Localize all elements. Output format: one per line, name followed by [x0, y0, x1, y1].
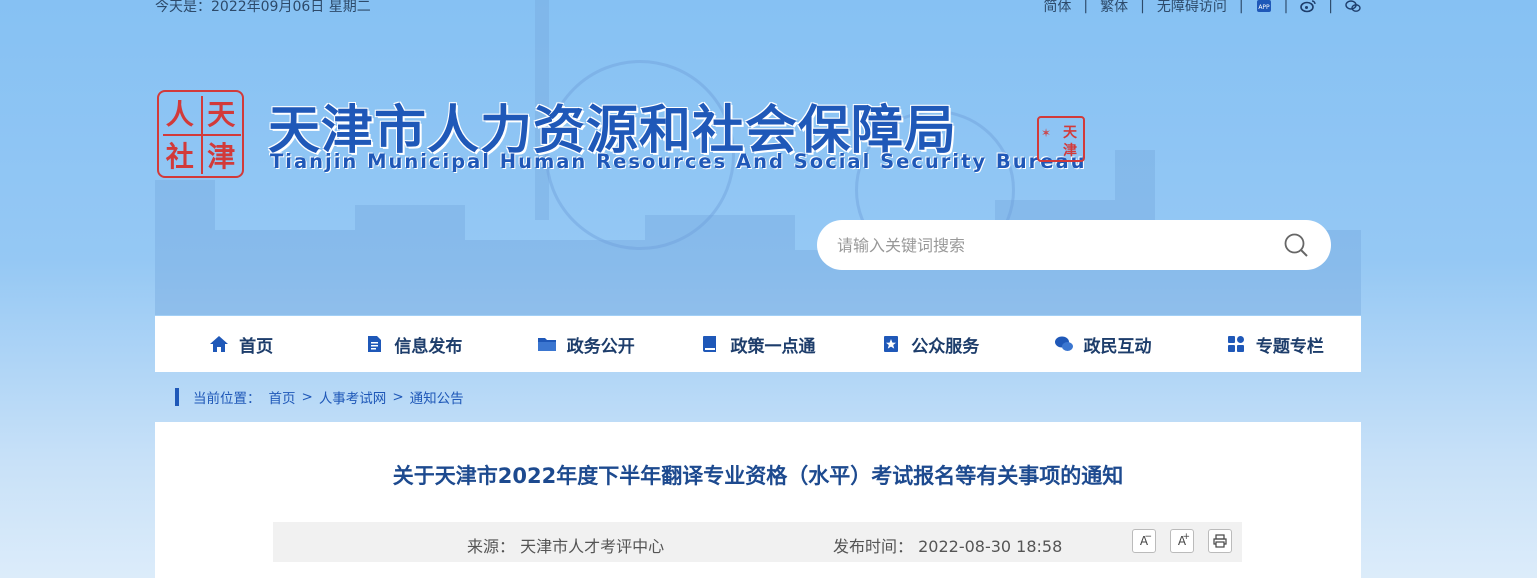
breadcrumb-marker	[175, 388, 179, 406]
search-box	[817, 220, 1331, 270]
nav-item-gov-affairs[interactable]: 政务公开	[500, 316, 672, 372]
small-seal-char: 津	[1063, 143, 1077, 159]
wechat-icon[interactable]	[1345, 0, 1361, 13]
time-value: 2022-08-30 18:58	[918, 537, 1063, 556]
divider: |	[1238, 0, 1244, 14]
nav-item-label: 政民互动	[1083, 336, 1152, 357]
main-nav: 首页 信息发布 政务公开 政策一点通 公众服务 政民互动 专题专栏	[155, 316, 1361, 372]
nav-item-home[interactable]: 首页	[155, 316, 327, 372]
breadcrumb-separator: >	[392, 389, 404, 405]
nav-item-interaction[interactable]: 政民互动	[1016, 316, 1188, 372]
seal-char: 天	[207, 98, 236, 131]
font-increase-button[interactable]: A +	[1170, 529, 1194, 553]
source-value: 天津市人才考评中心	[520, 537, 665, 556]
nav-item-label: 公众服务	[911, 336, 980, 357]
nav-item-label: 信息发布	[394, 336, 463, 357]
chat-icon	[1054, 336, 1073, 351]
top-bar: 今天是：2022年09月06日 星期二 简体 | 繁体 | 无障碍访问 | AP…	[155, 0, 1361, 16]
breadcrumb-home[interactable]: 首页	[269, 387, 296, 407]
source-label: 来源：	[467, 537, 516, 556]
link-simplified[interactable]: 简体	[1043, 0, 1071, 16]
top-links: 简体 | 繁体 | 无障碍访问 | APP | |	[1043, 0, 1361, 16]
article-tools: A − A +	[1132, 529, 1232, 553]
folder-icon	[537, 338, 556, 351]
logo-seal: 人 天 社 津	[157, 90, 244, 178]
city-seal: 天 津 ✶	[1037, 116, 1087, 172]
nav-item-info-release[interactable]: 信息发布	[327, 316, 499, 372]
seal-char: 社	[165, 140, 194, 173]
article-time: 发布时间： 2022-08-30 18:58	[833, 533, 1062, 557]
nav-item-public-service[interactable]: 公众服务	[844, 316, 1016, 372]
nav-item-label: 政务公开	[566, 336, 635, 357]
article-title: 关于天津市2022年度下半年翻译专业资格（水平）考试报名等有关事项的通知	[392, 464, 1124, 488]
print-button[interactable]	[1208, 529, 1232, 553]
small-seal-char: 天	[1063, 125, 1077, 141]
breadcrumb: 当前位置： 首页 > 人事考试网 > 通知公告	[175, 387, 464, 407]
link-accessibility[interactable]: 无障碍访问	[1157, 0, 1227, 16]
breadcrumb-notices[interactable]: 通知公告	[410, 387, 464, 407]
nav-item-label: 首页	[239, 336, 274, 357]
search-input[interactable]	[837, 220, 1277, 270]
time-label: 发布时间：	[833, 537, 914, 556]
breadcrumb-exam-site[interactable]: 人事考试网	[319, 387, 387, 407]
nav-item-policy[interactable]: 政策一点通	[672, 316, 844, 372]
book-icon	[703, 336, 717, 352]
app-icon[interactable]: APP	[1256, 0, 1272, 13]
nav-item-special-topics[interactable]: 专题专栏	[1189, 316, 1361, 372]
grid-icon	[1227, 336, 1244, 352]
site-subtitle: Tianjin Municipal Human Resources And So…	[270, 150, 1087, 173]
breadcrumb-label: 当前位置：	[193, 391, 261, 407]
breadcrumb-separator: >	[301, 389, 313, 405]
star-badge-icon	[884, 336, 899, 352]
home-icon	[210, 336, 229, 352]
article-panel: 关于天津市2022年度下半年翻译专业资格（水平）考试报名等有关事项的通知 来源：…	[155, 422, 1361, 578]
document-icon	[368, 336, 382, 352]
seal-char: 津	[207, 140, 236, 173]
current-date: 今天是：2022年09月06日 星期二	[155, 0, 371, 15]
font-decrease-button[interactable]: A −	[1132, 529, 1156, 553]
divider: |	[1083, 0, 1089, 14]
search-icon[interactable]	[1283, 232, 1309, 258]
link-traditional[interactable]: 繁体	[1100, 0, 1128, 16]
seal-char: 人	[165, 98, 194, 131]
divider: |	[1283, 0, 1289, 14]
print-icon	[1213, 534, 1227, 548]
weibo-icon[interactable]	[1300, 0, 1316, 13]
article-meta: 来源： 天津市人才考评中心 发布时间： 2022-08-30 18:58 A − …	[273, 522, 1242, 562]
divider: |	[1140, 0, 1145, 14]
divider: |	[1328, 0, 1333, 14]
nav-item-label: 政策一点通	[730, 336, 816, 357]
article-source: 来源： 天津市人才考评中心	[467, 533, 664, 557]
nav-item-label: 专题专栏	[1255, 336, 1324, 357]
svg-text:APP: APP	[1258, 4, 1270, 11]
